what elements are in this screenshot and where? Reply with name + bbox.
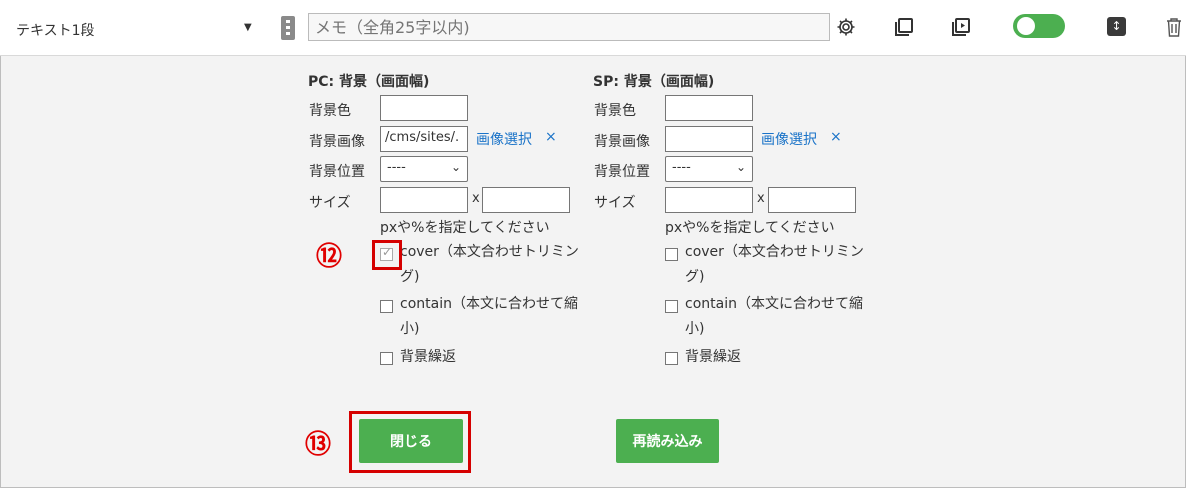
reload-button[interactable]: 再読み込み bbox=[616, 419, 719, 463]
preview-icon[interactable] bbox=[948, 14, 974, 40]
pc-bg-image-input[interactable]: /cms/sites/. bbox=[380, 126, 468, 152]
pc-bg-image-label: 背景画像 bbox=[309, 134, 365, 150]
sp-bg-position-select[interactable]: ---- ⌄ bbox=[665, 156, 753, 182]
annotation-marker-12: ⑫ bbox=[316, 242, 343, 272]
memo-input[interactable] bbox=[308, 13, 830, 41]
block-toolbar: テキスト1段 ▼ ↕ bbox=[0, 0, 1186, 56]
pc-bg-position-value: ---- bbox=[387, 160, 406, 175]
pc-bg-color-label: 背景色 bbox=[309, 103, 351, 119]
sp-size-label: サイズ bbox=[594, 195, 636, 211]
pc-size-x-separator: x bbox=[472, 191, 480, 206]
gear-icon[interactable] bbox=[833, 14, 859, 40]
sp-cover-label: cover（本文合わせトリミン bbox=[685, 244, 864, 260]
pc-bg-color-input[interactable] bbox=[380, 95, 468, 121]
block-type-select[interactable]: テキスト1段 bbox=[16, 20, 95, 40]
sp-contain-checkbox[interactable] bbox=[665, 300, 678, 313]
sp-cover-label-cont: グ) bbox=[685, 269, 705, 285]
pc-bg-position-label: 背景位置 bbox=[309, 164, 365, 180]
sp-bg-position-label: 背景位置 bbox=[594, 164, 650, 180]
pc-bg-position-select[interactable]: ---- ⌄ bbox=[380, 156, 468, 182]
sp-size-x-separator: x bbox=[757, 191, 765, 206]
pc-section-title: PC: 背景（画面幅) bbox=[308, 74, 430, 90]
pc-size-width-input[interactable] bbox=[380, 187, 468, 213]
drag-handle-icon[interactable] bbox=[281, 16, 295, 40]
copy-icon[interactable] bbox=[891, 14, 917, 40]
annotation-marker-13: ⑬ bbox=[305, 430, 332, 460]
cover-highlight-box bbox=[372, 240, 402, 270]
sp-repeat-label: 背景繰返 bbox=[685, 349, 741, 365]
visibility-toggle[interactable] bbox=[1013, 14, 1065, 38]
sp-contain-label-cont: 小) bbox=[685, 321, 705, 337]
sp-size-hint: pxや%を指定してください bbox=[665, 220, 835, 236]
pc-repeat-checkbox[interactable] bbox=[380, 352, 393, 365]
pc-size-height-input[interactable] bbox=[482, 187, 570, 213]
sp-section-title: SP: 背景（画面幅) bbox=[593, 74, 715, 90]
sp-cover-checkbox[interactable] bbox=[665, 248, 678, 261]
sort-icon[interactable]: ↕ bbox=[1107, 17, 1126, 36]
sp-bg-position-value: ---- bbox=[672, 160, 691, 175]
sp-select-image-link[interactable]: 画像選択 bbox=[761, 129, 817, 149]
pc-cover-label: cover（本文合わせトリミン bbox=[400, 244, 579, 260]
sp-clear-image-icon[interactable]: × bbox=[830, 129, 842, 145]
sp-size-width-input[interactable] bbox=[665, 187, 753, 213]
pc-cover-label-cont: グ) bbox=[400, 269, 420, 285]
pc-select-image-link[interactable]: 画像選択 bbox=[476, 129, 532, 149]
chevron-down-icon: ⌄ bbox=[735, 160, 746, 174]
sp-bg-color-input[interactable] bbox=[665, 95, 753, 121]
chevron-down-icon: ⌄ bbox=[450, 160, 461, 174]
sp-contain-label: contain（本文に合わせて縮 bbox=[685, 296, 863, 312]
sp-repeat-checkbox[interactable] bbox=[665, 352, 678, 365]
pc-contain-checkbox[interactable] bbox=[380, 300, 393, 313]
pc-size-label: サイズ bbox=[309, 195, 351, 211]
sp-size-height-input[interactable] bbox=[768, 187, 856, 213]
pc-repeat-label: 背景繰返 bbox=[400, 349, 456, 365]
pc-size-hint: pxや%を指定してください bbox=[380, 220, 550, 236]
close-button[interactable]: 閉じる bbox=[359, 419, 463, 463]
pc-contain-label: contain（本文に合わせて縮 bbox=[400, 296, 578, 312]
caret-down-icon[interactable]: ▼ bbox=[244, 22, 252, 33]
pc-clear-image-icon[interactable]: × bbox=[545, 129, 557, 145]
sp-bg-color-label: 背景色 bbox=[594, 103, 636, 119]
trash-icon[interactable] bbox=[1161, 14, 1186, 40]
pc-contain-label-cont: 小) bbox=[400, 321, 420, 337]
sp-bg-image-input[interactable] bbox=[665, 126, 753, 152]
sp-bg-image-label: 背景画像 bbox=[594, 134, 650, 150]
